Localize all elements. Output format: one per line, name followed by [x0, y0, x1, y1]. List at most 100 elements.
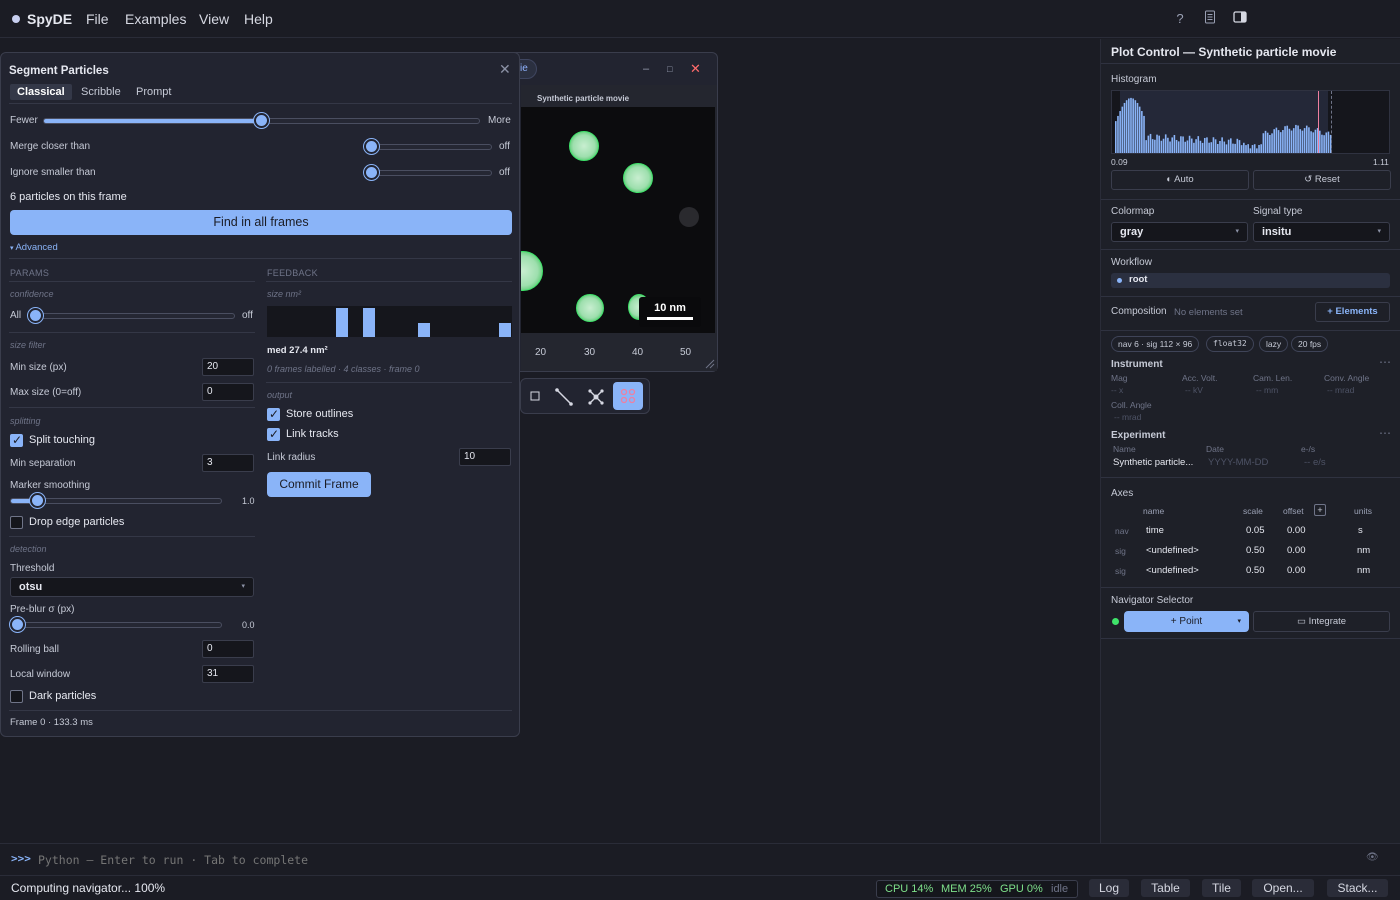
- scale-bar-label: 10 nm: [654, 302, 686, 314]
- segment-tool-icon[interactable]: [613, 382, 643, 410]
- store-outlines-checkbox[interactable]: [267, 407, 280, 421]
- point-selector-button[interactable]: + Point ▾: [1124, 611, 1249, 632]
- add-elements-button[interactable]: + Elements: [1315, 302, 1390, 322]
- panel-toggle-icon[interactable]: [1231, 10, 1249, 28]
- menu-file[interactable]: File: [86, 11, 109, 27]
- line-tool-icon[interactable]: [551, 385, 577, 409]
- axis-offset[interactable]: 0.00: [1287, 565, 1306, 576]
- histogram-bar: [1143, 115, 1145, 153]
- node-dot-icon: [1117, 278, 1122, 283]
- document-icon[interactable]: [1201, 10, 1219, 28]
- cpu-usage: CPU 14%: [885, 883, 934, 895]
- histogram-bar: [1325, 132, 1328, 153]
- minimize-icon[interactable]: –: [643, 63, 649, 75]
- merge-label: Merge closer than: [10, 141, 91, 152]
- integrate-button[interactable]: ▭ Integrate: [1253, 611, 1390, 632]
- axis-scale[interactable]: 0.50: [1246, 545, 1265, 556]
- menu-examples[interactable]: Examples: [125, 11, 186, 27]
- merge-slider-handle[interactable]: [364, 139, 379, 154]
- dark-particles-checkbox[interactable]: [10, 690, 23, 703]
- tab-scribble[interactable]: Scribble: [74, 84, 128, 100]
- chevron-down-icon[interactable]: ▾: [1237, 611, 1241, 632]
- merge-slider[interactable]: [367, 144, 492, 150]
- menu-help[interactable]: Help: [244, 11, 273, 27]
- preblur-slider[interactable]: [10, 622, 222, 628]
- split-touching-checkbox[interactable]: [10, 433, 23, 447]
- close-icon[interactable]: ✕: [690, 61, 701, 77]
- advanced-toggle[interactable]: ▾ Advanced: [10, 242, 58, 253]
- eye-icon[interactable]: 👁: [1366, 852, 1379, 863]
- resource-monitor: CPU 14% MEM 25% GPU 0% idle: [876, 880, 1078, 898]
- image-canvas[interactable]: 10 nm: [521, 107, 715, 333]
- more-options-icon[interactable]: ⋯: [1379, 426, 1391, 440]
- axis-name[interactable]: time: [1146, 525, 1164, 536]
- tile-button[interactable]: Tile: [1202, 879, 1241, 897]
- commit-frame-button[interactable]: Commit Frame: [267, 472, 371, 497]
- workflow-root-node[interactable]: root: [1111, 273, 1390, 288]
- preblur-slider-handle[interactable]: [10, 617, 25, 632]
- table-button[interactable]: Table: [1141, 879, 1190, 897]
- link-tracks-checkbox[interactable]: [267, 427, 280, 441]
- axis-scale[interactable]: 0.05: [1246, 525, 1265, 536]
- confidence-slider[interactable]: [31, 313, 235, 319]
- confidence-slider-handle[interactable]: [28, 308, 43, 323]
- log-button[interactable]: Log: [1089, 879, 1129, 897]
- experiment-name-value[interactable]: Synthetic particle...: [1113, 457, 1193, 468]
- size-histogram: [267, 306, 512, 337]
- axis-name[interactable]: <undefined>: [1146, 545, 1199, 556]
- axis-units[interactable]: nm: [1357, 545, 1370, 556]
- axis-offset[interactable]: 0.00: [1287, 545, 1306, 556]
- find-all-frames-button[interactable]: Find in all frames: [10, 210, 512, 235]
- add-offset-icon[interactable]: +: [1314, 504, 1326, 516]
- rolling-ball-input[interactable]: 0: [202, 640, 254, 658]
- histogram-bar: [1173, 134, 1176, 153]
- histogram-bar: [1223, 141, 1226, 153]
- experiment-date-value[interactable]: YYYY-MM-DD: [1208, 457, 1268, 468]
- tab-classical[interactable]: Classical: [10, 84, 72, 100]
- marker-smoothing-handle[interactable]: [30, 493, 45, 508]
- histogram-bar: [1318, 130, 1321, 153]
- divider: [9, 710, 512, 711]
- resize-handle-icon[interactable]: [703, 357, 715, 369]
- coll-angle-value: -- mrad: [1114, 412, 1142, 422]
- more-options-icon[interactable]: ⋯: [1379, 355, 1391, 369]
- axis-units[interactable]: nm: [1357, 565, 1370, 576]
- open-button[interactable]: Open...: [1252, 879, 1314, 897]
- local-window-input[interactable]: 31: [202, 665, 254, 683]
- reset-button[interactable]: ↺ Reset: [1253, 170, 1391, 190]
- min-size-input[interactable]: 20: [202, 358, 254, 376]
- divider: [9, 258, 512, 259]
- auto-button[interactable]: ◐ Auto: [1111, 170, 1249, 190]
- stack-button[interactable]: Stack...: [1327, 879, 1388, 897]
- menu-view[interactable]: View: [199, 11, 229, 27]
- link-radius-input[interactable]: 10: [459, 448, 511, 466]
- threshold-select[interactable]: otsu ▾: [10, 577, 254, 597]
- histogram-bar: [1271, 133, 1273, 153]
- axis-name[interactable]: <undefined>: [1146, 565, 1199, 576]
- axis-offset[interactable]: 0.00: [1287, 525, 1306, 536]
- histogram-bar: [1125, 100, 1128, 153]
- colormap-select[interactable]: gray ▾: [1111, 222, 1248, 242]
- intensity-histogram[interactable]: [1111, 90, 1390, 154]
- ignore-slider[interactable]: [367, 170, 492, 176]
- dose-value[interactable]: -- e/s: [1304, 457, 1326, 468]
- axes-label: Axes: [1111, 488, 1134, 499]
- help-icon[interactable]: ?: [1171, 10, 1189, 28]
- drop-edge-checkbox[interactable]: [10, 516, 23, 529]
- signal-type-select[interactable]: insitu ▾: [1253, 222, 1390, 242]
- tab-prompt[interactable]: Prompt: [129, 84, 178, 100]
- max-size-input[interactable]: 0: [202, 383, 254, 401]
- histogram-max: 1.11: [1373, 157, 1389, 167]
- ignore-slider-handle[interactable]: [364, 165, 379, 180]
- python-input[interactable]: [38, 850, 1338, 870]
- axis-scale[interactable]: 0.50: [1246, 565, 1265, 576]
- composition-label: Composition: [1111, 306, 1167, 317]
- histogram-max-marker[interactable]: [1318, 91, 1319, 153]
- axis-units[interactable]: s: [1358, 525, 1363, 536]
- close-icon[interactable]: ✕: [499, 61, 511, 78]
- move-points-tool-icon[interactable]: [583, 385, 609, 409]
- min-separation-input[interactable]: 3: [202, 454, 254, 472]
- maximize-icon[interactable]: □: [667, 64, 672, 74]
- rectangle-tool-icon[interactable]: [522, 385, 548, 409]
- sensitivity-slider-handle[interactable]: [254, 113, 269, 128]
